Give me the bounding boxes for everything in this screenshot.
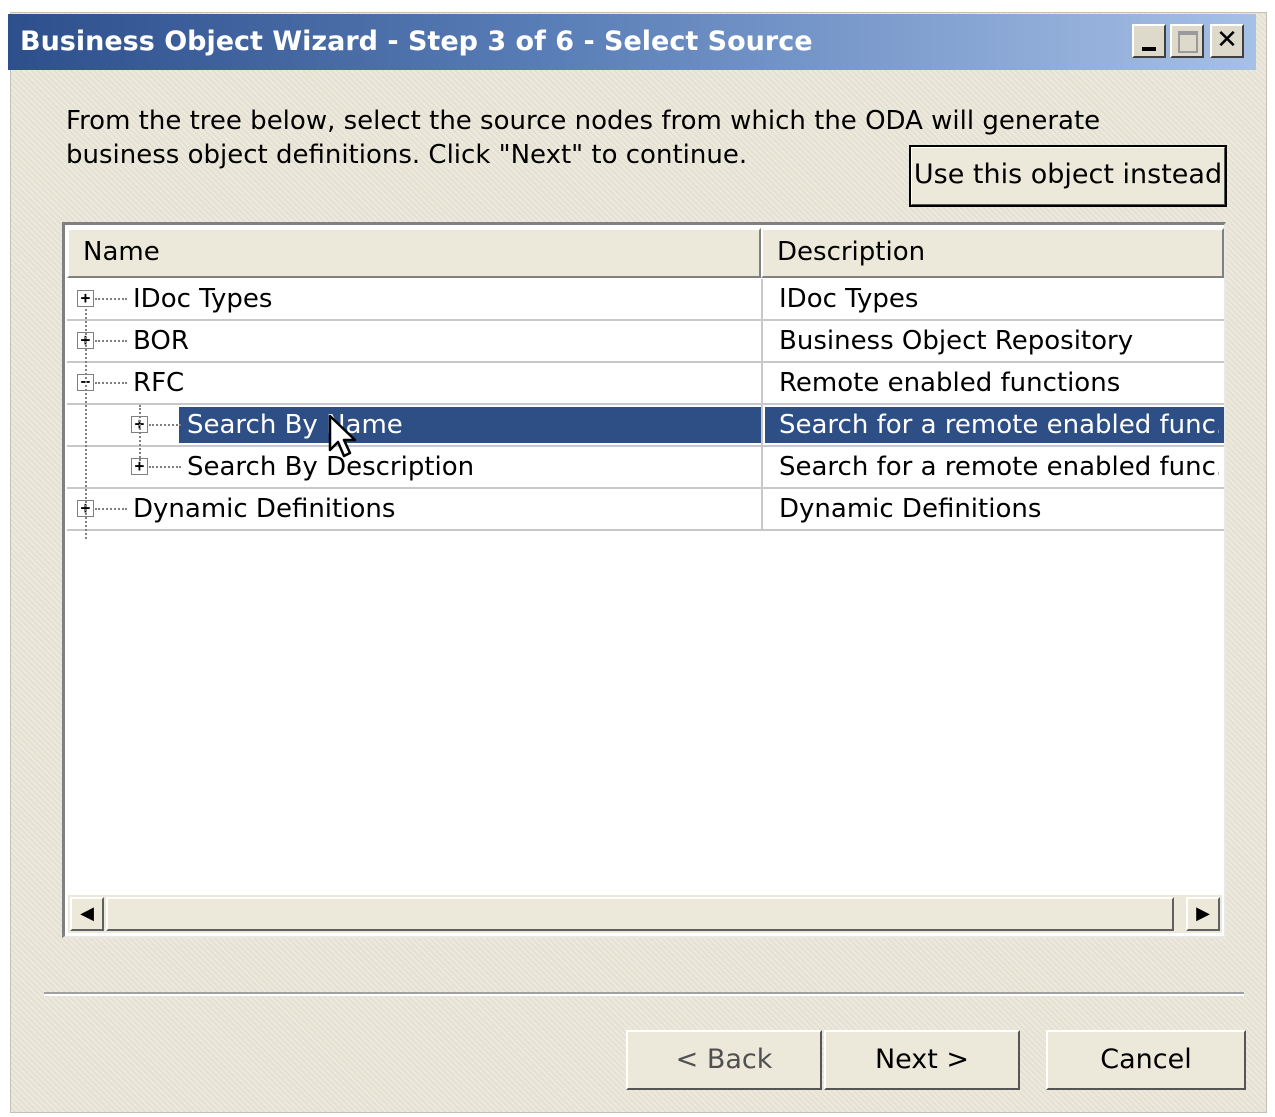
column-divider bbox=[761, 447, 763, 487]
expand-icon[interactable]: + bbox=[77, 290, 94, 307]
tree-row-description: Dynamic Definitions bbox=[779, 494, 1042, 524]
tree-row[interactable]: + IDoc Types IDoc Types bbox=[67, 279, 1224, 321]
column-divider bbox=[761, 279, 763, 319]
tree-row-name: IDoc Types bbox=[133, 284, 273, 314]
tree-row-description: Business Object Repository bbox=[779, 326, 1134, 356]
window-title: Business Object Wizard - Step 3 of 6 - S… bbox=[20, 26, 813, 57]
column-divider bbox=[761, 321, 763, 361]
column-divider bbox=[761, 489, 763, 529]
title-bar[interactable]: Business Object Wizard - Step 3 of 6 - S… bbox=[8, 14, 1256, 70]
tree-row-name: Search By Name bbox=[187, 410, 403, 440]
tree-connector bbox=[95, 508, 127, 510]
column-divider bbox=[761, 405, 763, 445]
minimize-icon[interactable] bbox=[1132, 24, 1166, 58]
tree-row[interactable]: + Search By Description Search for a remot… bbox=[67, 447, 1224, 489]
tree-row-name: BOR bbox=[133, 326, 189, 356]
tree-connector bbox=[149, 466, 181, 468]
tree-row[interactable]: + Dynamic Definitions Dynamic Definitions bbox=[67, 489, 1224, 531]
next-button[interactable]: Next > bbox=[824, 1030, 1020, 1090]
use-object-button[interactable]: Use this object instead bbox=[909, 145, 1227, 207]
close-icon[interactable]: ✕ bbox=[1210, 24, 1244, 58]
tree-row-description: Remote enabled functions bbox=[779, 368, 1121, 398]
tree-connector bbox=[85, 309, 87, 539]
maximize-icon bbox=[1170, 24, 1204, 58]
tree-row[interactable]: − RFC Remote enabled functions bbox=[67, 363, 1224, 405]
source-tree-list[interactable]: Name Description + IDoc Types IDoc Types + B… bbox=[62, 222, 1226, 938]
scroll-right-icon[interactable]: ▶ bbox=[1186, 897, 1220, 931]
cancel-button[interactable]: Cancel bbox=[1046, 1030, 1246, 1090]
column-divider bbox=[761, 363, 763, 403]
tree-row-description: Search for a remote enabled func... bbox=[779, 452, 1219, 482]
mouse-cursor-icon bbox=[328, 414, 357, 458]
scroll-left-icon[interactable]: ◀ bbox=[70, 897, 104, 931]
tree-row[interactable]: + Search By Name Search for a remote enabl… bbox=[67, 405, 1224, 447]
column-header-name[interactable]: Name bbox=[67, 228, 761, 278]
tree-connector bbox=[95, 382, 127, 384]
tree-row-description: IDoc Types bbox=[779, 284, 919, 314]
tree-connector bbox=[149, 424, 181, 426]
tree-row-name: RFC bbox=[133, 368, 185, 398]
tree-connector bbox=[95, 298, 127, 300]
column-header-description[interactable]: Description bbox=[761, 228, 1224, 278]
tree-row-description: Search for a remote enabled func... bbox=[779, 410, 1219, 440]
tree-row-name: Dynamic Definitions bbox=[133, 494, 396, 524]
back-button[interactable]: < Back bbox=[626, 1030, 822, 1090]
tree-connector bbox=[95, 340, 127, 342]
footer-separator bbox=[44, 992, 1244, 996]
scroll-thumb[interactable] bbox=[106, 897, 1174, 931]
tree-row[interactable]: + BOR Business Object Repository bbox=[67, 321, 1224, 363]
tree-connector bbox=[139, 405, 141, 461]
horizontal-scrollbar[interactable]: ◀ ▶ bbox=[68, 895, 1222, 933]
